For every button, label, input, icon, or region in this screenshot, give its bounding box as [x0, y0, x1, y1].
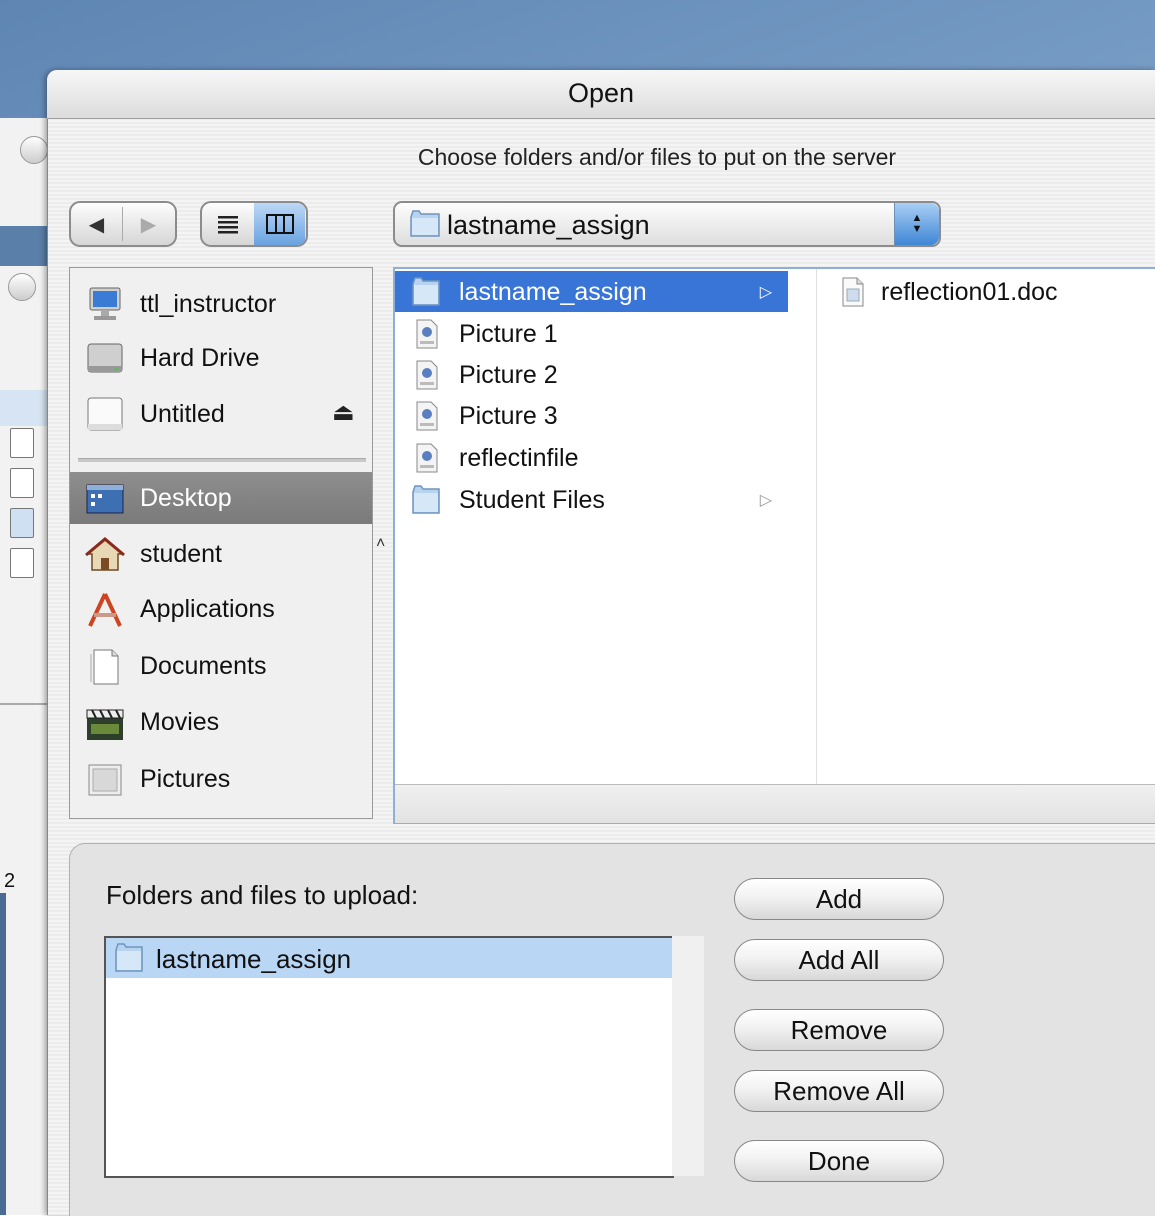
- background-number: 2: [4, 870, 16, 892]
- popup-arrows-icon: ▲ ▼: [894, 203, 939, 245]
- list-item[interactable]: Picture 2: [395, 354, 788, 395]
- list-item[interactable]: Picture 3: [395, 395, 788, 436]
- list-item-label: Picture 3: [459, 402, 558, 430]
- done-button[interactable]: Done: [734, 1140, 944, 1182]
- documents-icon: [90, 649, 119, 685]
- sidebar-item-documents[interactable]: Documents: [70, 640, 372, 692]
- forward-button[interactable]: ▶: [123, 203, 174, 245]
- column-view-button[interactable]: [254, 203, 305, 245]
- list-view-button[interactable]: [202, 203, 253, 245]
- list-item-label: reflectinfile: [459, 444, 579, 472]
- list-item-label: lastname_assign: [459, 278, 647, 306]
- folder-icon: [115, 943, 143, 972]
- list-item[interactable]: lastname_assign ▷: [395, 271, 788, 312]
- back-button[interactable]: ◀: [71, 203, 122, 245]
- sidebar-item-hard-drive[interactable]: Hard Drive: [70, 332, 372, 384]
- list-item[interactable]: Picture 1: [395, 313, 788, 354]
- document-file-icon: [842, 277, 864, 307]
- sidebar-item-pictures[interactable]: Pictures: [70, 753, 372, 805]
- sidebar-item-ttl-instructor[interactable]: ttl_instructor: [70, 278, 372, 330]
- remove-all-button[interactable]: Remove All: [734, 1070, 944, 1112]
- column-browser: lastname_assign ▷ Picture 1 Picture 2 Pi…: [393, 267, 1155, 824]
- document-icon: [10, 548, 34, 578]
- list-item[interactable]: reflection01.doc: [817, 271, 1155, 312]
- home-icon: [85, 537, 125, 571]
- sidebar-item-movies[interactable]: Movies: [70, 696, 372, 748]
- pdf-file-icon: [416, 319, 438, 349]
- splitter-handle[interactable]: ˄: [376, 535, 385, 553]
- add-button[interactable]: Add: [734, 878, 944, 920]
- sidebar-item-label: ttl_instructor: [140, 290, 277, 318]
- path-popup-label: lastname_assign: [447, 210, 650, 240]
- sidebar-item-label: Hard Drive: [140, 344, 260, 372]
- pdf-file-icon: [416, 443, 438, 473]
- sidebar-item-applications[interactable]: Applications: [70, 583, 372, 635]
- list-item[interactable]: Student Files ▷: [395, 479, 788, 520]
- upload-list: lastname_assign: [104, 936, 674, 1178]
- folder-icon: [412, 277, 440, 306]
- desktop-icon: [86, 484, 124, 514]
- list-item-label: Picture 2: [459, 361, 558, 389]
- sidebar-item-label: Applications: [140, 595, 275, 623]
- dialog-title: Open: [567, 78, 635, 108]
- browser-column-2: reflection01.doc: [817, 269, 1155, 784]
- back-arrow-icon: ◀: [88, 213, 105, 236]
- background-circle-control: [20, 136, 48, 164]
- sidebar-item-label: Untitled: [140, 400, 225, 428]
- folder-icon: [412, 485, 440, 514]
- add-all-button[interactable]: Add All: [734, 939, 944, 981]
- background-circle-control: [8, 273, 36, 301]
- movies-icon: [86, 709, 124, 740]
- folder-icon: [410, 210, 440, 237]
- upload-list-label: Folders and files to upload:: [106, 880, 419, 910]
- remove-button[interactable]: Remove: [734, 1009, 944, 1051]
- column-view-icon: [265, 214, 294, 234]
- column-resize-gap: [788, 269, 817, 784]
- list-item[interactable]: lastname_assign: [106, 938, 672, 978]
- sidebar-item-label: student: [140, 540, 223, 568]
- sidebar-item-desktop[interactable]: Desktop: [70, 472, 372, 524]
- sidebar: ttl_instructor Hard Drive Untitled ⏏ Des…: [69, 267, 373, 819]
- eject-icon[interactable]: ⏏: [332, 398, 355, 427]
- background-scroll-edge: [0, 893, 6, 1215]
- browser-column-1: lastname_assign ▷ Picture 1 Picture 2 Pi…: [395, 269, 789, 784]
- disk-icon: [87, 397, 123, 431]
- list-view-icon: [217, 216, 238, 234]
- list-item-label: lastname_assign: [156, 944, 352, 974]
- sidebar-item-label: Pictures: [140, 765, 231, 793]
- upload-list-scrollbar[interactable]: [672, 936, 704, 1176]
- pdf-file-icon: [416, 401, 438, 431]
- list-item[interactable]: reflectinfile: [395, 437, 788, 478]
- list-item-label: Picture 1: [459, 320, 558, 348]
- disclosure-arrow-icon: ▷: [759, 284, 772, 301]
- path-popup[interactable]: lastname_assign ▲ ▼: [393, 201, 941, 247]
- sidebar-item-label: Movies: [140, 708, 220, 736]
- sidebar-divider: [78, 458, 366, 462]
- sidebar-item-label: Desktop: [140, 484, 232, 512]
- forward-arrow-icon: ▶: [140, 213, 157, 236]
- view-mode-control: [200, 201, 308, 247]
- pdf-file-icon: [416, 360, 438, 390]
- list-item-label: Student Files: [459, 486, 605, 514]
- pictures-icon: [88, 764, 122, 796]
- hard-drive-icon: [87, 343, 123, 373]
- applications-icon: [88, 593, 122, 627]
- dialog-prompt: Choose folders and/or files to put on th…: [417, 144, 897, 170]
- folder-icon: [10, 508, 34, 538]
- disclosure-arrow-icon: ▷: [759, 492, 772, 509]
- computer-icon: [89, 287, 121, 320]
- list-item-label: reflection01.doc: [881, 278, 1058, 306]
- sidebar-item-student[interactable]: student: [70, 528, 372, 580]
- document-icon: [10, 428, 34, 458]
- document-icon: [10, 468, 34, 498]
- sidebar-item-untitled[interactable]: Untitled ⏏: [70, 388, 372, 440]
- sidebar-item-label: Documents: [140, 652, 267, 680]
- horizontal-scrollbar[interactable]: [395, 784, 1155, 823]
- back-forward-control: ◀ ▶: [69, 201, 177, 247]
